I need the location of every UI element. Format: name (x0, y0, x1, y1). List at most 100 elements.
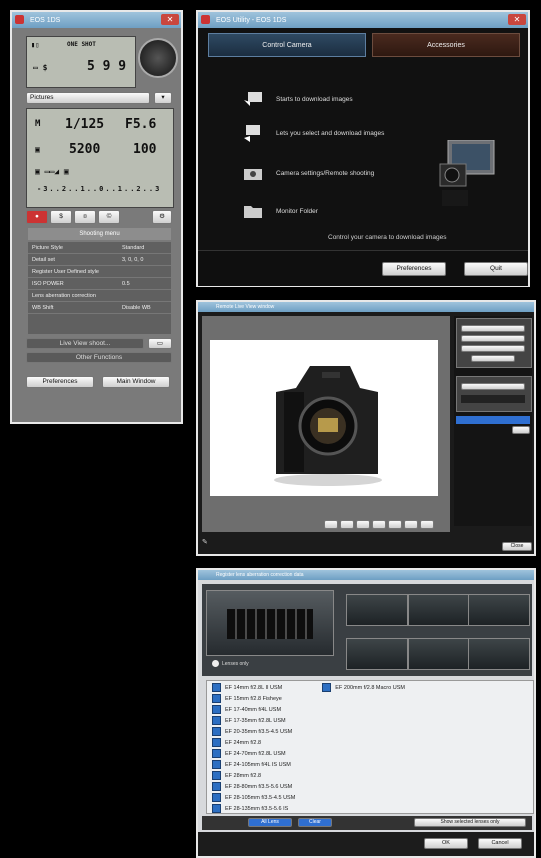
toolbar-button[interactable] (420, 520, 434, 529)
menu-row[interactable]: Register User Defined style (28, 266, 171, 278)
lenses-only-radio[interactable] (212, 660, 219, 667)
other-functions-button[interactable]: Other Functions (26, 352, 172, 363)
iso-value[interactable]: 100 (133, 142, 156, 157)
main-window-button[interactable]: Main Window (102, 376, 170, 388)
close-button[interactable]: ✕ (161, 14, 179, 25)
picture-style-settings-button[interactable]: ▾ (154, 92, 172, 104)
focus-bar[interactable] (456, 416, 530, 424)
shutter-speed[interactable]: 1/125 (65, 117, 104, 132)
aperture-value[interactable]: F5.6 (125, 117, 156, 132)
list-item[interactable]: EF 20-35mm f/3.5-4.5 USM (210, 726, 528, 737)
lenses-only-label: Lenses only (222, 661, 249, 667)
preferences-button[interactable]: Preferences (26, 376, 94, 388)
mode-dial[interactable] (138, 38, 178, 78)
lens-checkbox[interactable] (322, 683, 332, 692)
list-item[interactable]: EF 17-35mm f/2.8L USM (210, 715, 528, 726)
remote-live-view-window: Remote Live View window ✎ Close (196, 300, 536, 556)
lens-checkbox[interactable] (212, 716, 221, 725)
focus-ok-button[interactable] (512, 426, 530, 434)
list-item[interactable]: EF 24-105mm f/4L IS USM (210, 759, 528, 770)
settings-lcd: M 1/125 F5.6 ▣ 5200 100 ▣ ▭▭◢ ▣ -3..2..1… (26, 108, 174, 208)
lens-checkbox[interactable] (212, 727, 221, 736)
live-view-test-button[interactable]: ▭ (148, 338, 172, 349)
camera-settings-icon[interactable]: ⚙ (152, 210, 172, 224)
window-title: Remote Live View window (216, 304, 275, 310)
lens-group-thumb[interactable] (468, 594, 530, 626)
tab-custom[interactable]: ¤ (74, 210, 96, 224)
lens-group-thumb[interactable] (468, 638, 530, 670)
tab-accessories[interactable]: Accessories (372, 33, 520, 57)
menu-row[interactable]: Lens aberration correction (28, 290, 171, 302)
lens-group-thumb[interactable] (346, 638, 408, 670)
toolbar-button[interactable] (356, 520, 370, 529)
lens-checkbox[interactable] (212, 760, 221, 769)
camera-icon (244, 169, 262, 180)
toolbar-button[interactable] (388, 520, 402, 529)
lens-name: EF 17-40mm f/4L USM (225, 706, 282, 713)
clear-button[interactable]: Clear (298, 818, 332, 827)
color-temperature[interactable]: 5200 (69, 142, 100, 157)
lens-group-thumb[interactable] (408, 594, 470, 626)
lens-checkbox[interactable] (212, 694, 221, 703)
lens-checkbox[interactable] (212, 705, 221, 714)
shots-remaining: 5 9 9 (87, 59, 127, 74)
caption: Control your camera to download images (328, 234, 447, 241)
lens-checkbox[interactable] (212, 683, 221, 692)
tab-shooting[interactable]: ● (26, 210, 48, 224)
ok-button[interactable]: OK (424, 838, 468, 849)
close-button[interactable]: Close (502, 542, 532, 551)
tab-wb[interactable]: $ (50, 210, 72, 224)
card-icon: ▭ $ (33, 63, 48, 72)
wb-option[interactable] (461, 335, 525, 342)
toolbar-button[interactable] (404, 520, 418, 529)
cancel-button[interactable]: Cancel (478, 838, 522, 849)
brush-icon[interactable]: ✎ (202, 538, 208, 546)
panel-titlebar: EOS 1DS ✕ (12, 12, 181, 28)
menu-row[interactable]: WB Shift Disable WB (28, 302, 171, 314)
lens-checkbox[interactable] (212, 782, 221, 791)
wb-option[interactable] (461, 345, 525, 352)
lens-checkbox[interactable] (212, 804, 221, 813)
list-item[interactable]: EF 15mm f/2.8 Fisheye (210, 693, 528, 704)
toolbar-button[interactable] (324, 520, 338, 529)
lens-checkbox[interactable] (212, 738, 221, 747)
list-item[interactable]: EF 28-105mm f/3.5-4.5 USM (210, 792, 528, 803)
menu-row[interactable]: ISO POWER 0.5 (28, 278, 171, 290)
list-item[interactable]: EF 28mm f/2.8 (210, 770, 528, 781)
toolbar-button[interactable] (372, 520, 386, 529)
lens-checkbox[interactable] (212, 771, 221, 780)
lens-name: EF 28-80mm f/3.5-5.6 USM (225, 783, 293, 790)
list-item[interactable]: EF 28-80mm f/3.5-5.6 USM (210, 781, 528, 792)
wb-select[interactable] (461, 325, 525, 332)
lens-register-titlebar: Register lens aberration correction data (198, 570, 534, 580)
lens-checkbox[interactable] (212, 749, 221, 758)
menu-row[interactable]: Detail set 3, 0, 0, 0 (28, 254, 171, 266)
quit-button[interactable]: Quit (464, 262, 528, 276)
menu-row[interactable]: Picture Style Standard (28, 242, 171, 254)
lens-name: EF 24-105mm f/4L IS USM (225, 761, 291, 768)
list-item[interactable]: EF 24-70mm f/2.8L USM (210, 748, 528, 759)
selected-lens-group[interactable] (206, 590, 334, 656)
focus-slider[interactable] (461, 395, 525, 403)
list-item[interactable]: EF 17-40mm f/4L USM (210, 704, 528, 715)
picture-style-select[interactable]: Pictures (26, 92, 150, 104)
lens-checkbox[interactable] (212, 793, 221, 802)
tab-setup[interactable]: © (98, 210, 120, 224)
preferences-button[interactable]: Preferences (382, 262, 446, 276)
live-view-button[interactable]: Live View shoot... (26, 338, 144, 349)
wb-apply-button[interactable] (471, 355, 515, 362)
lens-group-thumb[interactable] (408, 638, 470, 670)
select-all-button[interactable]: All Lens (248, 818, 292, 827)
lens-group-thumb[interactable] (346, 594, 408, 626)
list-item[interactable]: EF 14mm f/2.8L II USM EF 200mm f/2.8 Macr… (210, 682, 528, 693)
tab-control-camera[interactable]: Control Camera (208, 33, 366, 57)
list-item[interactable]: EF 28-135mm f/3.5-5.6 IS (210, 803, 528, 814)
list-item[interactable]: EF 24mm f/2.8 (210, 737, 528, 748)
toolbar-button[interactable] (340, 520, 354, 529)
close-button[interactable]: ✕ (508, 14, 526, 25)
show-selected-button[interactable]: Show selected lenses only (414, 818, 526, 827)
camera-photo (274, 366, 382, 486)
battery-icon: ▮▯ (31, 41, 40, 49)
focus-select[interactable] (461, 383, 525, 390)
lens-register-window: Register lens aberration correction data… (196, 568, 536, 858)
